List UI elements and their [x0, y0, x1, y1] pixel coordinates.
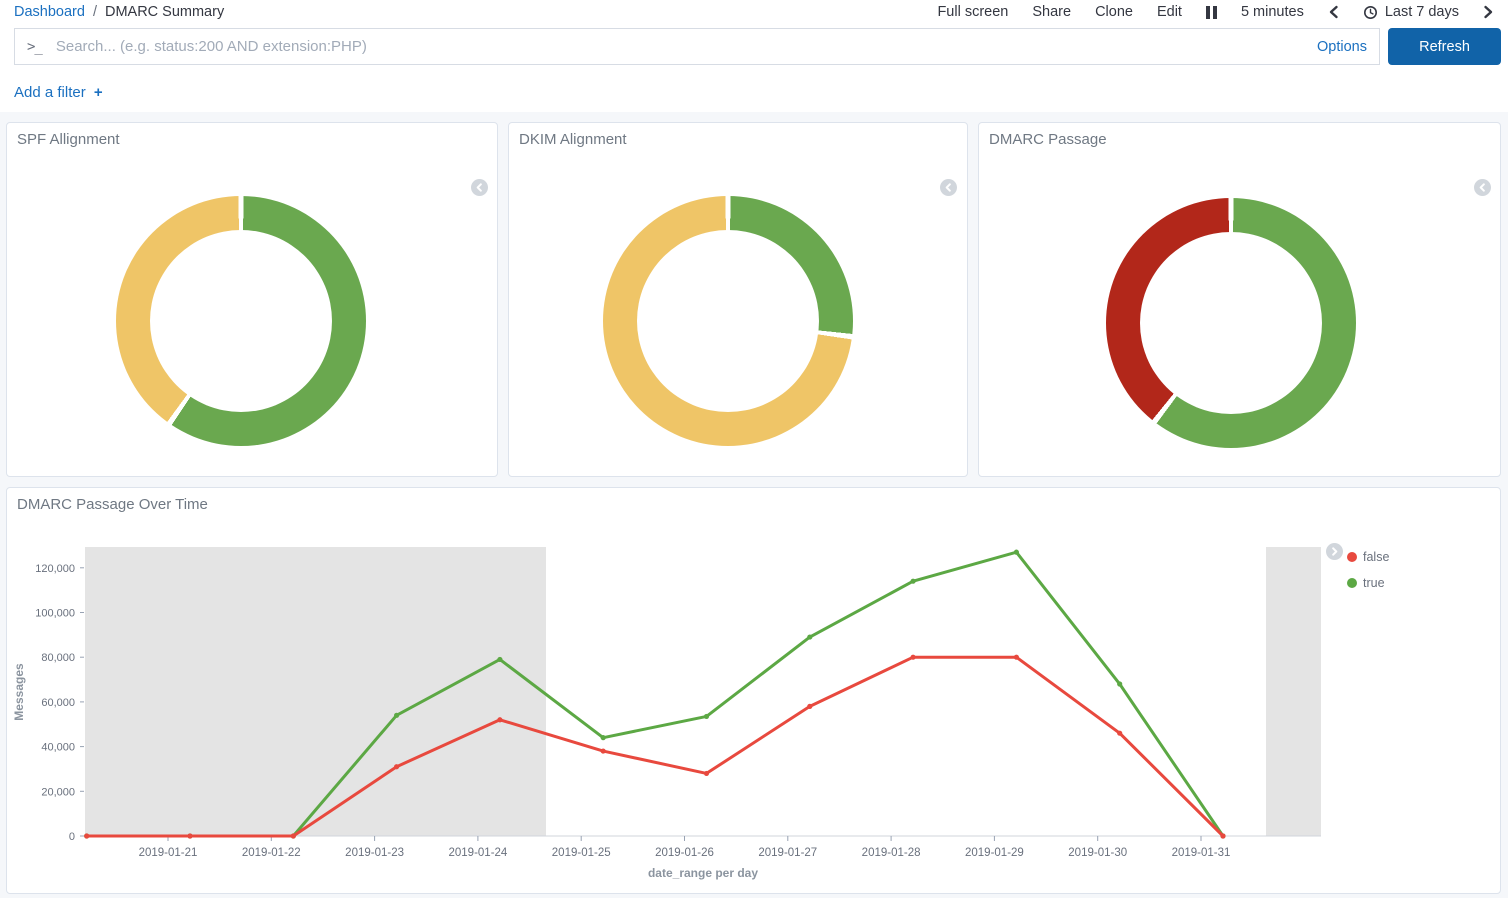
data-point-false[interactable]	[394, 764, 399, 769]
legend-item-false[interactable]: false	[1347, 544, 1389, 570]
x-tick-label: 2019-01-21	[139, 847, 198, 859]
legend-dot-false	[1347, 552, 1357, 562]
panel-dmarc-passage: DMARC Passage	[978, 122, 1501, 477]
data-point-true[interactable]	[601, 735, 606, 740]
edit-button[interactable]: Edit	[1157, 4, 1182, 20]
legend-item-true[interactable]: true	[1347, 570, 1389, 596]
x-tick-label: 2019-01-25	[552, 847, 611, 859]
dmarc-passage-donut-chart[interactable]	[1106, 198, 1356, 448]
chevron-left-icon	[475, 183, 484, 192]
x-tick-label: 2019-01-23	[345, 847, 404, 859]
breadcrumb-dashboard-link[interactable]: Dashboard	[14, 4, 85, 20]
panel-title[interactable]: DMARC Passage	[989, 131, 1107, 148]
options-link[interactable]: Options	[1317, 39, 1367, 55]
spf-alignment-donut-chart[interactable]	[116, 196, 366, 446]
y-tick-label: 100,000	[35, 608, 75, 620]
x-tick-label: 2019-01-28	[862, 847, 921, 859]
refresh-interval-button[interactable]: 5 minutes	[1241, 4, 1304, 20]
breadcrumb: Dashboard / DMARC Summary	[14, 4, 224, 20]
time-selection-region[interactable]	[1266, 547, 1321, 836]
query-bar: >_ Options Refresh	[14, 28, 1501, 65]
y-tick-label: 80,000	[41, 652, 75, 664]
panel-dkim-alignment: DKIM Alignment	[508, 122, 968, 477]
x-tick-label: 2019-01-29	[965, 847, 1024, 859]
refresh-button[interactable]: Refresh	[1388, 28, 1501, 65]
time-back-icon[interactable]	[1328, 5, 1339, 19]
panel-title[interactable]: DKIM Alignment	[519, 131, 627, 148]
x-tick-label: 2019-01-22	[242, 847, 301, 859]
legend-toggle-icon[interactable]	[1474, 179, 1491, 196]
legend-toggle-icon[interactable]	[471, 179, 488, 196]
x-tick-label: 2019-01-26	[655, 847, 714, 859]
query-prompt-icon: >_	[27, 39, 42, 55]
x-axis-title: date_range per day	[648, 866, 758, 880]
dmarc-passage-line-chart: 0 20,000 40,000 60,000 80,000 100,000 120,000 2…	[7, 488, 1502, 895]
chevron-right-icon	[1330, 547, 1339, 556]
y-tick-label: 0	[69, 831, 75, 843]
data-point-true[interactable]	[704, 714, 709, 719]
data-point-true[interactable]	[394, 713, 399, 718]
data-point-false[interactable]	[1220, 833, 1225, 838]
data-point-false[interactable]	[807, 704, 812, 709]
time-selection-region[interactable]	[85, 547, 546, 836]
legend-dot-true	[1347, 578, 1357, 588]
search-box[interactable]: >_ Options	[14, 28, 1380, 65]
y-tick-label: 20,000	[41, 786, 75, 798]
data-point-true[interactable]	[807, 634, 812, 639]
add-filter-plus-icon[interactable]: +	[94, 84, 103, 101]
data-point-true[interactable]	[497, 657, 502, 662]
data-point-false[interactable]	[497, 717, 502, 722]
x-tick-label: 2019-01-31	[1172, 847, 1231, 859]
panel-dmarc-passage-over-time: DMARC Passage Over Time 020,00040,00060,…	[6, 487, 1501, 894]
x-tick-label: 2019-01-30	[1068, 847, 1127, 859]
time-picker-button[interactable]: Last 7 days	[1363, 4, 1459, 20]
y-tick-label: 120,000	[35, 563, 75, 575]
data-point-true[interactable]	[911, 579, 916, 584]
data-point-true[interactable]	[1014, 550, 1019, 555]
dkim-alignment-donut-chart[interactable]	[603, 196, 853, 446]
legend-toggle-icon[interactable]	[1326, 543, 1343, 560]
data-point-false[interactable]	[187, 833, 192, 838]
chart-legend: false true	[1347, 544, 1389, 596]
breadcrumb-row: Dashboard / DMARC Summary Full screen Sh…	[0, 0, 1508, 27]
x-tick-label: 2019-01-27	[758, 847, 817, 859]
time-forward-icon[interactable]	[1483, 5, 1494, 19]
top-chrome: Dashboard / DMARC Summary Full screen Sh…	[0, 0, 1508, 112]
x-tick-label: 2019-01-24	[448, 847, 507, 859]
legend-toggle-icon[interactable]	[940, 179, 957, 196]
add-filter-link[interactable]: Add a filter	[14, 84, 86, 101]
top-nav-menu: Full screen Share Clone Edit 5 minutes L…	[937, 4, 1494, 20]
chevron-left-icon	[1478, 183, 1487, 192]
pause-refresh-icon[interactable]	[1206, 6, 1217, 19]
chevron-left-icon	[944, 183, 953, 192]
y-axis-title: Messages	[12, 663, 26, 721]
search-input[interactable]	[56, 38, 1307, 55]
filter-bar: Add a filter +	[14, 84, 103, 101]
full-screen-button[interactable]: Full screen	[937, 4, 1008, 20]
data-point-false[interactable]	[291, 833, 296, 838]
data-point-false[interactable]	[601, 748, 606, 753]
data-point-false[interactable]	[1117, 731, 1122, 736]
panel-spf-alignment: SPF Allignment	[6, 122, 498, 477]
clone-button[interactable]: Clone	[1095, 4, 1133, 20]
legend-label: false	[1363, 550, 1389, 564]
y-tick-label: 40,000	[41, 742, 75, 754]
panel-title[interactable]: SPF Allignment	[17, 131, 120, 148]
data-point-false[interactable]	[84, 833, 89, 838]
page-title: DMARC Summary	[105, 4, 224, 20]
legend-label: true	[1363, 576, 1385, 590]
data-point-false[interactable]	[1014, 655, 1019, 660]
y-tick-label: 60,000	[41, 697, 75, 709]
data-point-false[interactable]	[911, 655, 916, 660]
clock-icon	[1363, 5, 1378, 20]
data-point-true[interactable]	[1117, 681, 1122, 686]
breadcrumb-separator: /	[93, 4, 97, 20]
share-button[interactable]: Share	[1032, 4, 1071, 20]
data-point-false[interactable]	[704, 771, 709, 776]
